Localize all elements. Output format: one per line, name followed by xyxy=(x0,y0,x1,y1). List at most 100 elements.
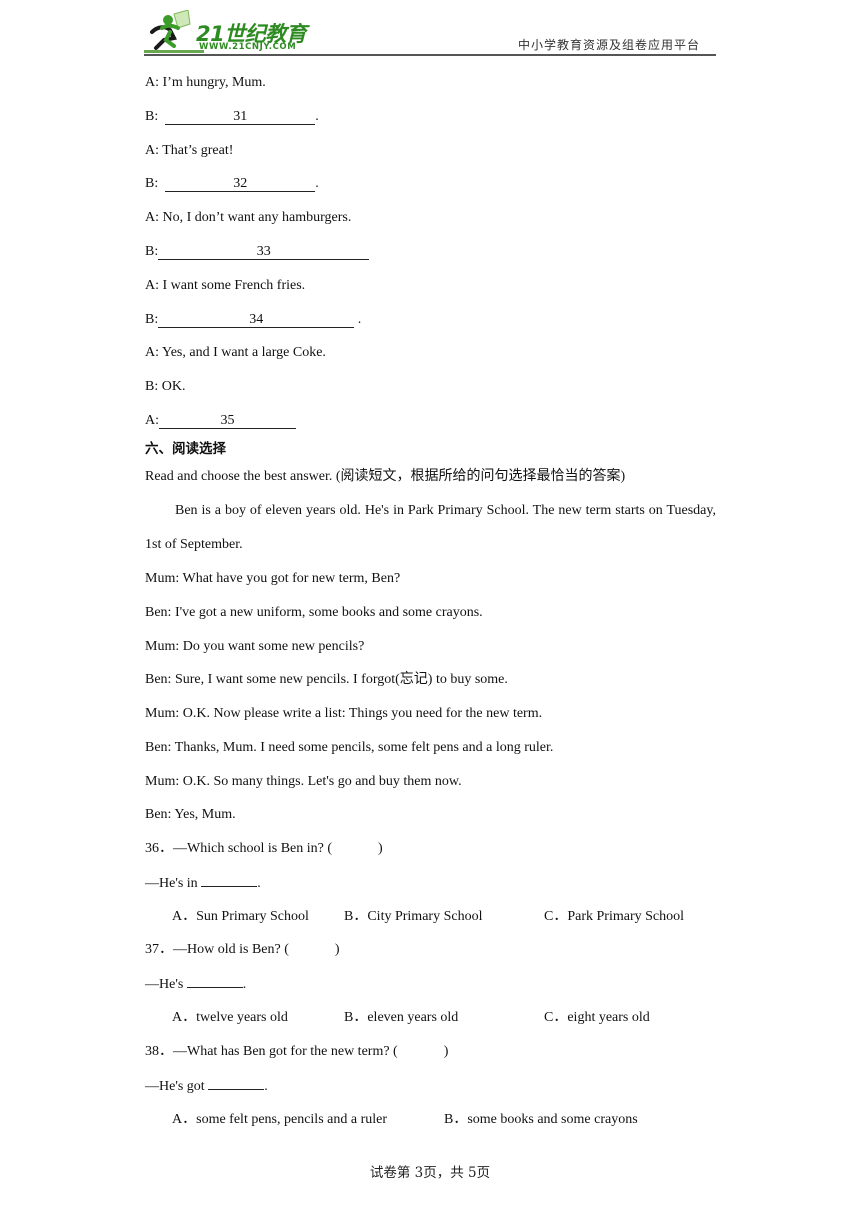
fill-blank xyxy=(186,975,243,988)
speaker: B: xyxy=(145,176,159,191)
exam-page: 21世纪教育 WWW.21CNJY.COM 中小学教育资源及组卷应用平台 A: … xyxy=(0,0,860,1216)
option-36-a[interactable]: A．Sun Primary School xyxy=(172,908,309,926)
question-text: —What has Ben got for the new term? ( xyxy=(173,1044,398,1059)
dialogue-line: B: 32. xyxy=(145,175,319,193)
punctuation: . xyxy=(315,109,319,124)
dialogue-text: That’s great! xyxy=(159,143,234,158)
option-38-a[interactable]: A．some felt pens, pencils and a ruler xyxy=(172,1111,387,1129)
punctuation: . xyxy=(242,977,247,992)
answer-prefix: —He's xyxy=(145,977,187,992)
answer-blank-35[interactable]: 35 xyxy=(159,413,296,429)
dialogue-line: A: I’m hungry, Mum. xyxy=(145,74,266,92)
dialogue-line: B: OK. xyxy=(145,378,185,396)
fill-blank xyxy=(201,874,258,887)
section-title: 六、阅读选择 xyxy=(145,441,226,457)
question-number: 36． xyxy=(145,841,173,856)
punctuation: . xyxy=(315,176,319,191)
logo: 21世纪教育 WWW.21CNJY.COM xyxy=(144,10,319,54)
conversation-line: Mum: O.K. So many things. Let's go and b… xyxy=(145,774,462,789)
answer-blank-34[interactable]: 34 xyxy=(158,312,355,328)
dialogue-line: B: 31. xyxy=(145,108,319,126)
answer-blank-31[interactable]: 31 xyxy=(165,109,316,125)
platform-name: 中小学教育资源及组卷应用平台 xyxy=(517,38,700,52)
answer-prefix: —He's got xyxy=(145,1079,209,1094)
question-38: 38．—What has Ben got for the new term? (… xyxy=(145,1043,448,1061)
punctuation: . xyxy=(257,876,261,891)
conversation-line: Ben: Thanks, Mum. I need some pencils, s… xyxy=(145,740,554,755)
option-text: eight years old xyxy=(567,1010,650,1025)
logo-url: WWW.21CNJY.COM xyxy=(199,42,297,52)
fill-blank xyxy=(208,1077,265,1090)
dialogue-text: I want some French fries. xyxy=(159,278,306,293)
reading-passage: Ben is a boy of eleven years old. He's i… xyxy=(145,503,716,552)
option-text: some books and some crayons xyxy=(467,1112,638,1127)
dialogue-text: OK. xyxy=(158,379,186,394)
question-text: —Which school is Ben in? ( xyxy=(173,841,333,856)
answer-line-38: —He's got . xyxy=(145,1077,268,1096)
option-text: Park Primary School xyxy=(567,909,684,924)
conversation-line: Mum: What have you got for new term, Ben… xyxy=(145,571,401,586)
question-36: 36．—Which school is Ben in? () xyxy=(145,840,383,858)
dialogue-text: Yes, and I want a large Coke. xyxy=(159,345,326,360)
conversation-line: Mum: Do you want some new pencils? xyxy=(145,639,365,654)
answer-prefix: —He's in xyxy=(145,876,202,891)
conversation-line: Ben: Sure, I want some new pencils. I fo… xyxy=(145,672,508,687)
option-text: Sun Primary School xyxy=(196,909,309,924)
answer-line-36: —He's in . xyxy=(145,874,261,893)
option-38-b[interactable]: B．some books and some crayons xyxy=(444,1111,638,1129)
option-label: C． xyxy=(544,909,568,924)
conversation-line: Mum: O.K. Now please write a list: Thing… xyxy=(145,706,543,721)
paren-close: ) xyxy=(334,942,340,957)
option-label: A． xyxy=(172,909,197,924)
option-label: C． xyxy=(544,1010,568,1025)
dialogue-line: A: 35 xyxy=(145,412,296,430)
punctuation: . xyxy=(264,1079,268,1094)
dialogue-line: A: No, I don’t want any hamburgers. xyxy=(145,209,351,227)
dialogue-line: A: That’s great! xyxy=(145,142,233,160)
option-text: some felt pens, pencils and a ruler xyxy=(196,1112,388,1127)
dialogue-line: A: Yes, and I want a large Coke. xyxy=(145,344,326,362)
conversation-line: Ben: I've got a new uniform, some books … xyxy=(145,605,483,620)
speaker: A: xyxy=(145,143,159,158)
speaker: B: xyxy=(145,312,159,327)
speaker: B: xyxy=(145,109,159,124)
runner-logo-icon xyxy=(144,10,204,53)
conversation-line: Ben: Yes, Mum. xyxy=(145,807,236,822)
dialogue-line: B: 33 xyxy=(145,243,370,261)
page-header: 21世纪教育 WWW.21CNJY.COM 中小学教育资源及组卷应用平台 xyxy=(144,10,716,56)
option-label: B． xyxy=(344,909,368,924)
dialogue-line: B: 34 . xyxy=(145,311,361,329)
speaker: A: xyxy=(145,278,159,293)
paren-close: ) xyxy=(378,841,383,856)
header-divider xyxy=(144,54,716,56)
option-37-b[interactable]: B．eleven years old xyxy=(344,1009,458,1027)
answer-blank-33[interactable]: 33 xyxy=(158,244,370,260)
answer-line-37: —He's . xyxy=(145,975,246,994)
question-37: 37．—How old is Ben? () xyxy=(145,941,340,959)
speaker: B: xyxy=(145,244,159,259)
option-label: A． xyxy=(172,1112,197,1127)
question-number: 38． xyxy=(145,1044,173,1059)
dialogue-line: A: I want some French fries. xyxy=(145,277,305,295)
option-37-c[interactable]: C．eight years old xyxy=(544,1009,650,1027)
speaker: A: xyxy=(145,210,159,225)
option-text: City Primary School xyxy=(367,909,483,924)
question-number: 37． xyxy=(145,942,173,957)
paren-close: ) xyxy=(443,1044,449,1059)
page-footer: 试卷第 3页，共 5页 xyxy=(369,1165,491,1181)
answer-blank-32[interactable]: 32 xyxy=(165,176,316,192)
section-instruction: Read and choose the best answer. (阅读短文，根… xyxy=(145,469,626,484)
speaker: A: xyxy=(145,413,159,428)
dialogue-text: I’m hungry, Mum. xyxy=(159,75,266,90)
question-text: —How old is Ben? ( xyxy=(173,942,289,957)
option-37-a[interactable]: A．twelve years old xyxy=(172,1009,288,1027)
option-text: eleven years old xyxy=(367,1010,459,1025)
option-label: B． xyxy=(344,1010,368,1025)
option-label: A． xyxy=(172,1010,197,1025)
option-36-b[interactable]: B．City Primary School xyxy=(344,908,482,926)
option-36-c[interactable]: C．Park Primary School xyxy=(544,908,684,926)
speaker: B: xyxy=(145,379,159,394)
speaker: A: xyxy=(145,345,159,360)
dialogue-text: No, I don’t want any hamburgers. xyxy=(159,210,352,225)
punctuation: . xyxy=(354,312,362,327)
